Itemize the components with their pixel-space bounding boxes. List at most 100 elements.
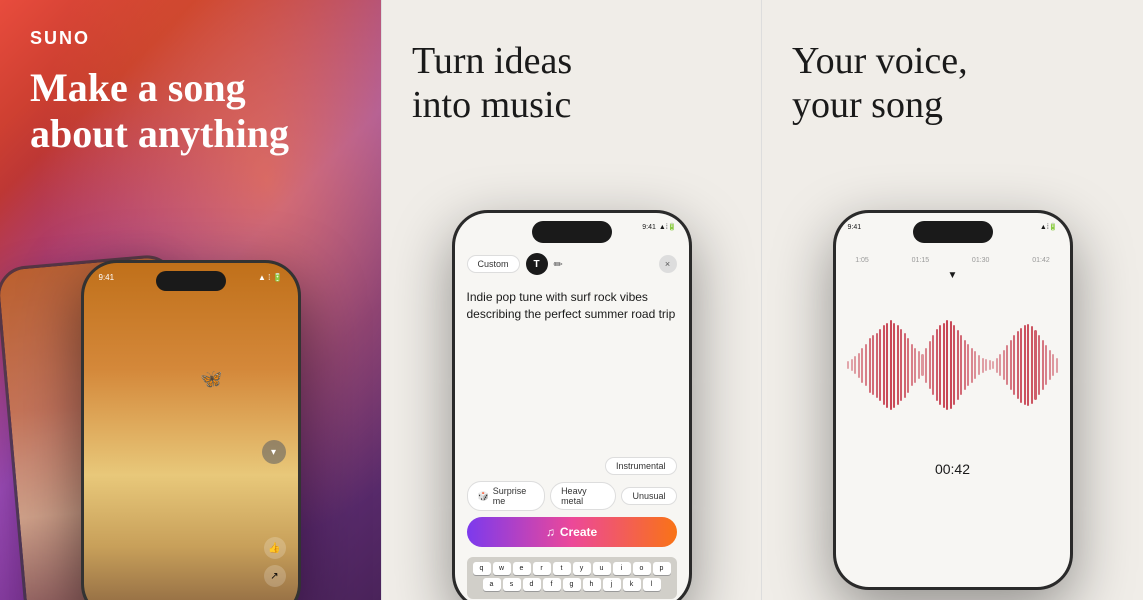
panel-3: Your voice, your song 9:41 ▲⁞🔋 1:05 01:1… bbox=[762, 0, 1143, 600]
keyboard: q w e r t y u i o p a s d bbox=[467, 557, 677, 599]
t-icon: T bbox=[526, 253, 548, 275]
key-k[interactable]: k bbox=[623, 578, 641, 591]
tag-unusual[interactable]: Unusual bbox=[621, 487, 676, 505]
panel-1-headline: Make a song about anything bbox=[30, 65, 351, 157]
panel-2-headline: Turn ideas into music bbox=[412, 40, 731, 127]
like-icon: 👍 bbox=[264, 537, 286, 559]
key-r[interactable]: r bbox=[533, 562, 551, 575]
wave-bar bbox=[1034, 330, 1036, 400]
key-g[interactable]: g bbox=[563, 578, 581, 591]
wave-bar bbox=[939, 325, 941, 405]
wave-bar bbox=[1056, 358, 1058, 373]
phone-notch-1 bbox=[156, 271, 226, 291]
wave-bar bbox=[1049, 350, 1051, 380]
wave-bar bbox=[1010, 340, 1012, 390]
wave-bar bbox=[1027, 324, 1029, 406]
music-note-icon: ♫ bbox=[546, 525, 555, 539]
wave-bar bbox=[914, 348, 916, 383]
phone-screen-3: 1:05 01:15 01:30 01:42 ▼ 00:42 bbox=[836, 213, 1070, 587]
wave-bar bbox=[854, 356, 856, 374]
wave-bar bbox=[982, 358, 984, 373]
wave-bar bbox=[1052, 354, 1054, 376]
key-j[interactable]: j bbox=[603, 578, 621, 591]
wave-bar bbox=[964, 340, 966, 390]
wave-bar bbox=[865, 344, 867, 386]
tags-row: Instrumental bbox=[467, 457, 677, 475]
wave-bar bbox=[957, 330, 959, 400]
wave-bar bbox=[847, 361, 849, 369]
wave-bar bbox=[869, 338, 871, 393]
wave-bar bbox=[943, 323, 945, 408]
close-btn[interactable]: × bbox=[659, 255, 677, 273]
key-f[interactable]: f bbox=[543, 578, 561, 591]
wave-bar bbox=[911, 344, 913, 386]
timestamp: 00:42 bbox=[935, 461, 970, 477]
wave-bar bbox=[879, 329, 881, 401]
wave-bar bbox=[967, 344, 969, 386]
wave-bar bbox=[1031, 326, 1033, 404]
wave-bar bbox=[897, 325, 899, 405]
wave-bar bbox=[851, 359, 853, 371]
wave-bar bbox=[936, 329, 938, 401]
wave-bar bbox=[890, 320, 892, 410]
key-u[interactable]: u bbox=[593, 562, 611, 575]
phone-2: 9:41 ▲⁞🔋 Custom T ✏ × Indie pop tune wit… bbox=[452, 210, 692, 600]
tag-instrumental[interactable]: Instrumental bbox=[605, 457, 677, 475]
key-o[interactable]: o bbox=[633, 562, 651, 575]
waveform[interactable] bbox=[847, 285, 1058, 445]
dice-icon: 🎲 bbox=[478, 491, 489, 502]
chevron-down-icon[interactable]: ▾ bbox=[262, 440, 286, 464]
key-a[interactable]: a bbox=[483, 578, 501, 591]
key-y[interactable]: y bbox=[573, 562, 591, 575]
key-i[interactable]: i bbox=[613, 562, 631, 575]
panel-3-headline: Your voice, your song bbox=[792, 40, 1113, 127]
wave-bar bbox=[1020, 328, 1022, 403]
wave-bar bbox=[861, 348, 863, 383]
wave-bar bbox=[1024, 325, 1026, 405]
wave-bar bbox=[893, 323, 895, 408]
phone-screen-2: Custom T ✏ × Indie pop tune with surf ro… bbox=[455, 213, 689, 600]
key-e[interactable]: e bbox=[513, 562, 531, 575]
phone-notch-3 bbox=[913, 221, 993, 243]
wave-bar bbox=[1006, 345, 1008, 385]
phone-container-2: 9:41 ▲⁞🔋 Custom T ✏ × Indie pop tune wit… bbox=[452, 210, 692, 600]
key-p[interactable]: p bbox=[653, 562, 671, 575]
wave-bar bbox=[886, 323, 888, 408]
phone-notch-2 bbox=[532, 221, 612, 243]
wave-bar bbox=[946, 320, 948, 410]
surprise-btn[interactable]: 🎲 Surprise me bbox=[467, 481, 546, 511]
suno-logo: SUNO bbox=[30, 28, 351, 49]
custom-badge[interactable]: Custom bbox=[467, 255, 520, 273]
wave-bar bbox=[929, 341, 931, 389]
wave-bar bbox=[974, 351, 976, 379]
wave-bar bbox=[978, 355, 980, 375]
wave-bar bbox=[921, 354, 923, 376]
share-icon: ↗ bbox=[264, 565, 286, 587]
key-s[interactable]: s bbox=[503, 578, 521, 591]
wave-bar bbox=[989, 360, 991, 370]
wave-bar bbox=[960, 335, 962, 395]
wave-bar bbox=[907, 338, 909, 393]
key-q[interactable]: q bbox=[473, 562, 491, 575]
wave-bar bbox=[1042, 340, 1044, 390]
key-w[interactable]: w bbox=[493, 562, 511, 575]
key-t[interactable]: t bbox=[553, 562, 571, 575]
wave-bar bbox=[985, 359, 987, 371]
key-h[interactable]: h bbox=[583, 578, 601, 591]
panel-1: SUNO Make a song about anything 9:41 ▲ ⁞… bbox=[0, 0, 381, 600]
wave-bar bbox=[904, 333, 906, 398]
phone-container-3: 9:41 ▲⁞🔋 1:05 01:15 01:30 01:42 ▼ 00:42 bbox=[833, 210, 1073, 590]
wave-bar bbox=[950, 321, 952, 409]
key-d[interactable]: d bbox=[523, 578, 541, 591]
custom-row: Custom T ✏ × bbox=[467, 249, 677, 279]
key-l[interactable]: l bbox=[643, 578, 661, 591]
playhead-icon: ▼ bbox=[948, 270, 958, 281]
wave-bar bbox=[1003, 350, 1005, 380]
wave-bar bbox=[876, 333, 878, 398]
phone-3: 9:41 ▲⁞🔋 1:05 01:15 01:30 01:42 ▼ 00:42 bbox=[833, 210, 1073, 590]
prompt-text[interactable]: Indie pop tune with surf rock vibes desc… bbox=[467, 285, 677, 447]
wave-bar bbox=[1038, 335, 1040, 395]
tag-heavy-metal[interactable]: Heavy metal bbox=[550, 482, 616, 510]
wave-bar bbox=[925, 348, 927, 383]
create-button[interactable]: ♫ Create bbox=[467, 517, 677, 547]
